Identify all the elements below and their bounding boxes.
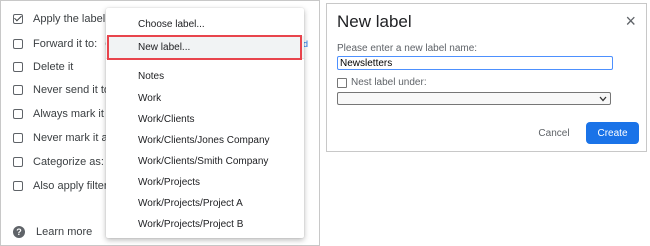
nest-label-text: Nest label under: [351,77,427,88]
parent-label-select[interactable] [337,92,611,105]
help-icon[interactable]: ? [13,226,25,238]
categorize-checkbox[interactable] [13,157,23,167]
never-mark-checkbox[interactable] [13,133,23,143]
menu-item-choose-label[interactable]: Choose label... [106,13,304,35]
new-label-highlight-box [107,35,302,60]
also-apply-text: Also apply filter t [33,180,114,192]
filter-row-categorize[interactable]: Categorize as: C [13,154,118,170]
menu-item-work[interactable]: Work [106,87,304,109]
apply-label-checkbox[interactable] [13,14,23,24]
menu-item-notes[interactable]: Notes [106,65,304,87]
close-icon[interactable]: × [625,12,636,30]
categorize-text: Categorize as: [33,156,104,168]
new-label-dialog: New label × Please enter a new label nam… [326,3,647,152]
filter-row-delete[interactable]: Delete it [13,59,73,75]
filter-row-never-spam[interactable]: Never send it to S [13,82,120,98]
learn-more-link[interactable]: Learn more [36,226,92,238]
filter-row-never-mark[interactable]: Never mark it as [13,130,113,146]
never-spam-checkbox[interactable] [13,85,23,95]
also-apply-checkbox[interactable] [13,181,23,191]
menu-item-work-projects[interactable]: Work/Projects [106,171,304,193]
menu-item-smith-company[interactable]: Work/Clients/Smith Company [106,150,304,172]
forward-text: Forward it to: [33,38,98,50]
delete-text: Delete it [33,61,74,73]
label-name-input[interactable] [337,56,613,70]
dialog-title: New label [337,12,412,31]
learn-more-row[interactable]: ? Learn more [13,226,92,238]
never-mark-text: Never mark it as [33,132,114,144]
menu-item-project-b[interactable]: Work/Projects/Project B [106,213,304,235]
filter-row-forward[interactable]: Forward it to: Ch [13,36,117,52]
forward-checkbox[interactable] [13,39,23,49]
filter-row-apply-label[interactable]: Apply the label: [13,11,122,27]
nest-label-checkbox[interactable] [337,77,347,88]
always-mark-checkbox[interactable] [13,109,23,119]
create-button[interactable]: Create [586,122,639,144]
menu-item-jones-company[interactable]: Work/Clients/Jones Company [106,129,304,151]
dialog-prompt: Please enter a new label name: [337,43,478,54]
filter-row-also-apply[interactable]: Also apply filter t [13,178,114,194]
nest-label-row[interactable]: Nest label under: [337,77,427,88]
menu-item-project-a[interactable]: Work/Projects/Project A [106,192,304,214]
filter-row-always-mark[interactable]: Always mark it as [13,106,119,122]
menu-item-work-clients[interactable]: Work/Clients [106,108,304,130]
delete-checkbox[interactable] [13,62,23,72]
chevron-down-icon [599,96,607,102]
cancel-button[interactable]: Cancel [532,122,576,144]
apply-label-text: Apply the label: [33,13,109,25]
